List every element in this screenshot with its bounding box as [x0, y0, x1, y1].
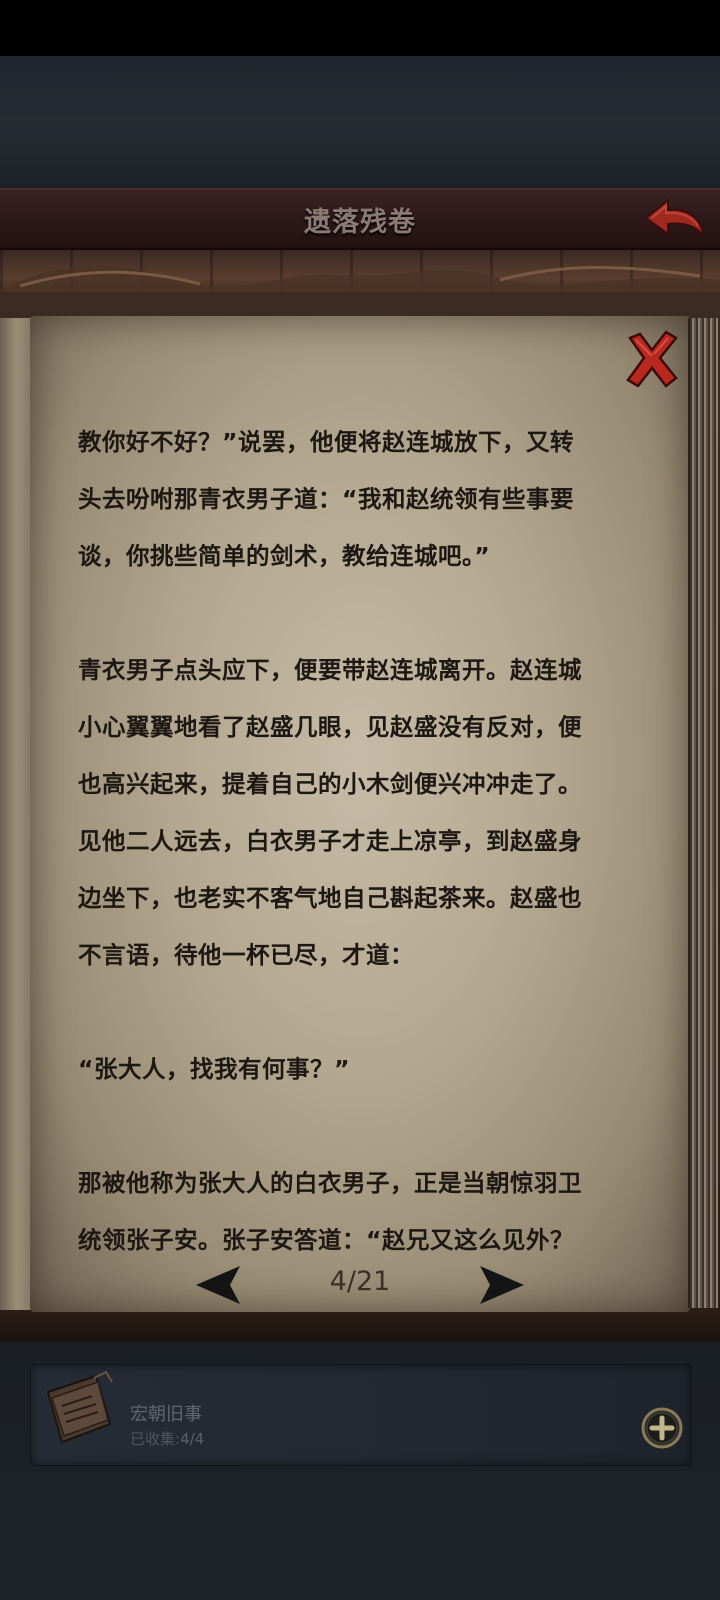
- background-upper: [0, 56, 720, 188]
- left-triangle-icon: [196, 1266, 240, 1304]
- book-right-pages: [688, 318, 718, 1308]
- text-line: 边坐下，也老实不客气地自己斟起茶来。赵盛也: [78, 884, 582, 912]
- text-line: 头去吩咐那青衣男子道：“我和赵统领有些事要: [78, 485, 574, 513]
- title-bar: 遗落残卷: [0, 188, 720, 250]
- text-line: 青衣男子点头应下，便要带赵连城离开。赵连城: [78, 656, 582, 684]
- collection-progress-value: 4/4: [180, 1430, 205, 1448]
- text-line: 谈，你挑些简单的剑术，教给连城吧。”: [78, 542, 491, 570]
- page-title: 遗落残卷: [304, 207, 416, 238]
- text-line: [78, 984, 638, 1041]
- plus-icon: [641, 1407, 683, 1449]
- book-icon: [40, 1368, 118, 1454]
- page-number: 4/21: [329, 1266, 391, 1297]
- close-x-icon: [626, 330, 678, 388]
- close-button[interactable]: [624, 330, 680, 388]
- story-text: 教你好不好？”说罢，他便将赵连城放下，又转 头去吩咐那青衣男子道：“我和赵统领有…: [78, 414, 638, 1269]
- text-line: [78, 1098, 638, 1155]
- back-button[interactable]: [642, 196, 708, 242]
- page-navigation: 4/21: [0, 1262, 720, 1312]
- prev-page-button[interactable]: [194, 1264, 244, 1306]
- collection-progress: 已收集:4/4: [130, 1428, 204, 1449]
- collection-name: 宏朝旧事: [130, 1404, 202, 1425]
- text-line: 不言语，待他一杯已尽，才道：: [78, 941, 414, 969]
- next-page-button[interactable]: [476, 1264, 526, 1306]
- book-frame-bottom: [0, 1312, 720, 1342]
- text-line: “张大人，找我有何事？”: [78, 1055, 350, 1083]
- text-line: 教你好不好？”说罢，他便将赵连城放下，又转: [78, 428, 574, 456]
- text-line: 那被他称为张大人的白衣男子，正是当朝惊羽卫: [78, 1169, 582, 1197]
- right-triangle-icon: [480, 1266, 524, 1304]
- text-line: [78, 585, 638, 642]
- expand-button[interactable]: [640, 1406, 684, 1450]
- collection-progress-label: 已收集:: [130, 1430, 181, 1448]
- text-line: 也高兴起来，提着自己的小木剑便兴冲冲走了。: [78, 770, 582, 798]
- text-line: 统领张子安。张子安答道：“赵兄又这么见外？: [78, 1226, 574, 1254]
- text-line: 见他二人远去，白衣男子才走上凉亭，到赵盛身: [78, 827, 582, 855]
- text-line: 小心翼翼地看了赵盛几眼，见赵盛没有反对，便: [78, 713, 582, 741]
- back-arrow-icon: [644, 197, 705, 237]
- status-bar-area: [0, 0, 720, 56]
